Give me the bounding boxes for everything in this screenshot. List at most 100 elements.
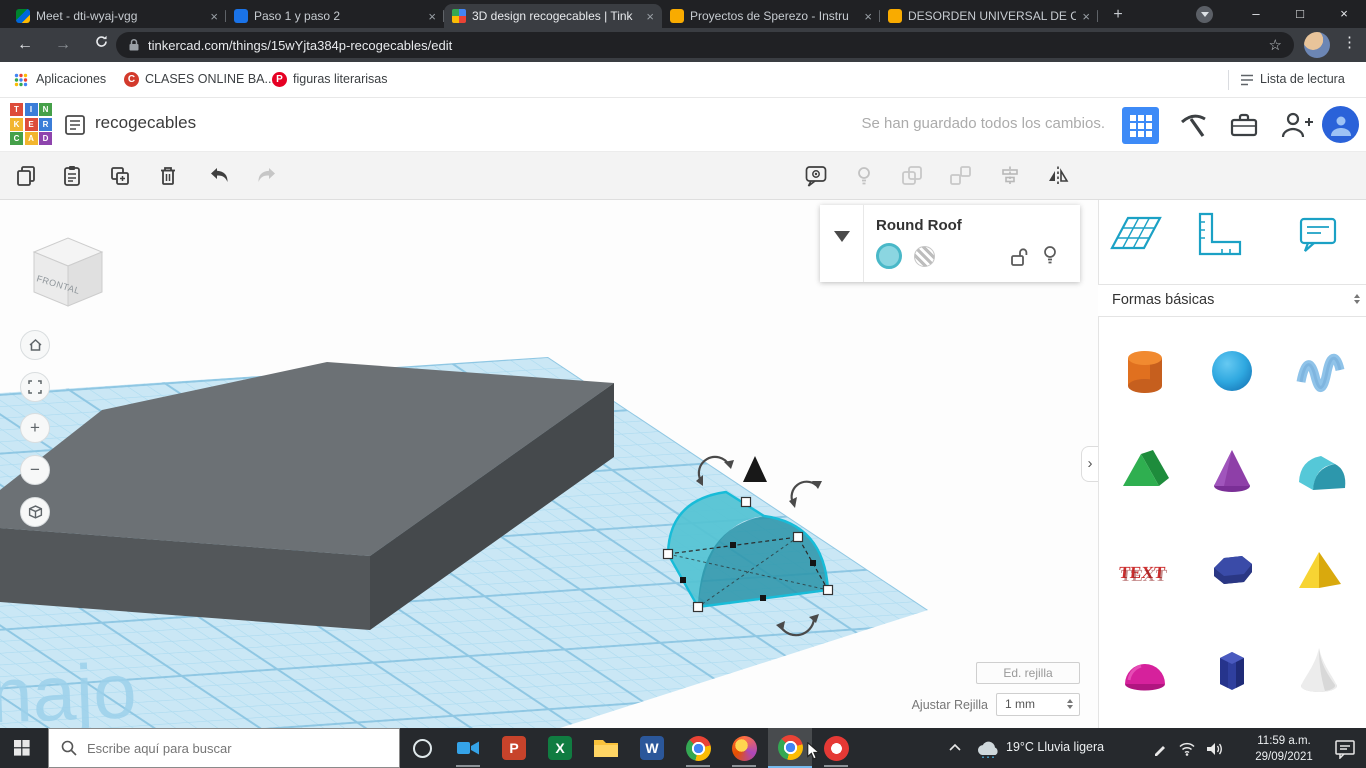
comment-view-icon[interactable]	[804, 164, 828, 188]
tinker-pickaxe-icon[interactable]	[1178, 110, 1208, 140]
shape-sphere[interactable]	[1190, 322, 1274, 418]
zoom-out-button[interactable]: −	[20, 455, 50, 485]
user-avatar[interactable]	[1322, 106, 1359, 143]
copy-icon[interactable]	[14, 164, 38, 188]
clock-time: 11:59 a.m.	[1257, 735, 1311, 747]
browser-menu-icon[interactable]: ⋮	[1342, 33, 1357, 51]
mirror-icon[interactable]	[1046, 164, 1070, 188]
invite-person-icon[interactable]	[1280, 110, 1315, 140]
delete-icon[interactable]	[156, 164, 180, 188]
view-cube[interactable]: FRONTAL	[22, 228, 114, 314]
panel-collapse-handle[interactable]: ›	[1081, 446, 1098, 482]
excel-button[interactable]: X	[538, 728, 582, 768]
align-icon[interactable]	[998, 164, 1022, 188]
camera-app-button[interactable]	[446, 728, 490, 768]
group-icon[interactable]	[900, 164, 924, 188]
taskbar-search[interactable]	[48, 728, 400, 768]
shape-scribble[interactable]	[1277, 322, 1361, 418]
notes-tool-icon[interactable]	[1298, 214, 1338, 254]
design-title[interactable]: recogecables	[95, 113, 196, 133]
tab-close-icon[interactable]: ×	[864, 9, 872, 24]
file-explorer-button[interactable]	[584, 728, 628, 768]
dashboard-grid-button[interactable]	[1122, 107, 1159, 144]
taskbar-clock[interactable]: 11:59 a.m. 29/09/2021	[1244, 733, 1324, 765]
browser-2-button[interactable]	[722, 728, 766, 768]
tab-close-icon[interactable]: ×	[646, 9, 654, 24]
duplicate-icon[interactable]	[108, 164, 132, 188]
refresh-button[interactable]	[88, 33, 114, 57]
color-swatch[interactable]	[876, 243, 902, 269]
home-view-button[interactable]	[20, 330, 50, 360]
apps-grid-icon[interactable]	[14, 73, 28, 87]
toolbox-icon[interactable]	[1228, 110, 1260, 140]
bookmark-star-icon[interactable]: ☆	[1269, 36, 1282, 54]
tab-close-icon[interactable]: ×	[1082, 9, 1090, 24]
cortana-button[interactable]	[400, 728, 444, 768]
raise-handle-cone[interactable]	[743, 456, 767, 482]
shape-pyramid[interactable]	[1277, 522, 1361, 618]
transparent-swatch[interactable]	[914, 246, 935, 267]
snap-grid-select[interactable]: 1 mm	[996, 693, 1080, 716]
design-properties-icon[interactable]	[64, 114, 86, 136]
reading-list[interactable]: Lista de lectura	[1260, 72, 1345, 86]
chrome-button[interactable]	[676, 728, 720, 768]
bookmark-clases[interactable]: CLASES ONLINE BA...	[145, 72, 275, 86]
shape-text[interactable]: TEXT TEXT	[1103, 522, 1187, 618]
lightbulb-icon[interactable]	[1042, 245, 1058, 267]
volume-icon[interactable]	[1206, 741, 1224, 757]
shape-roof[interactable]	[1103, 422, 1187, 518]
tab-proyectos[interactable]: Proyectos de Sperezo - Instru ×	[662, 4, 880, 28]
ruler-tool-icon[interactable]	[1192, 210, 1244, 258]
tab-close-icon[interactable]: ×	[428, 9, 436, 24]
shape-half-sphere[interactable]	[1103, 622, 1187, 718]
bookmark-figuras[interactable]: figuras literarisas	[293, 72, 387, 86]
redo-icon[interactable]	[254, 164, 278, 188]
maximize-button[interactable]: □	[1278, 0, 1322, 28]
forward-button[interactable]: →	[50, 33, 76, 57]
round-roof-shape[interactable]	[666, 490, 830, 609]
address-bar[interactable]: tinkercad.com/things/15wYjta384p-recogec…	[116, 32, 1294, 58]
powerpoint-button[interactable]: P	[492, 728, 536, 768]
new-tab-button[interactable]: +	[1106, 4, 1130, 28]
shape-cylinder[interactable]	[1103, 322, 1187, 418]
lock-icon[interactable]	[1010, 247, 1028, 267]
workplane-tool-icon[interactable]	[1108, 210, 1164, 256]
tab-desorden[interactable]: DESORDEN UNIVERSAL DE C ×	[880, 4, 1098, 28]
search-input[interactable]	[87, 740, 367, 756]
minimize-button[interactable]: –	[1234, 0, 1278, 28]
shape-category-select[interactable]: Formas básicas	[1098, 284, 1366, 317]
browser-avatar[interactable]	[1304, 32, 1330, 58]
tab-title: DESORDEN UNIVERSAL DE C	[908, 9, 1077, 23]
tab-title: Proyectos de Sperezo - Instru	[690, 9, 849, 23]
tinkercad-logo[interactable]: TIN KER CAD	[10, 103, 54, 147]
shape-paraboloid[interactable]	[1277, 622, 1361, 718]
ungroup-icon[interactable]	[948, 164, 972, 188]
tips-bulb-icon[interactable]	[852, 164, 876, 188]
tab-meet[interactable]: Meet - dti-wyaj-vgg ×	[8, 4, 226, 28]
inspector-collapse-button[interactable]	[820, 205, 864, 282]
edit-grid-button[interactable]: Ed. rejilla	[976, 662, 1080, 684]
tab-close-icon[interactable]: ×	[210, 9, 218, 24]
zoom-in-button[interactable]: +	[20, 413, 50, 443]
paste-icon[interactable]	[60, 164, 84, 188]
action-center-icon[interactable]	[1334, 739, 1356, 759]
weather-text[interactable]: 19°C Lluvia ligera	[1006, 740, 1104, 754]
fit-view-button[interactable]	[20, 372, 50, 402]
shape-round-roof[interactable]	[1277, 422, 1361, 518]
tray-chevron-icon[interactable]	[948, 742, 962, 754]
shape-polygon[interactable]	[1190, 522, 1274, 618]
wifi-icon[interactable]	[1178, 741, 1196, 756]
back-button[interactable]: ←	[12, 33, 38, 57]
word-button[interactable]: W	[630, 728, 674, 768]
close-button[interactable]: ×	[1322, 0, 1366, 28]
tab-search-icon[interactable]	[1196, 6, 1213, 23]
undo-icon[interactable]	[208, 164, 232, 188]
pen-icon[interactable]	[1152, 741, 1168, 757]
shape-cone[interactable]	[1190, 422, 1274, 518]
tab-paso[interactable]: Paso 1 y paso 2 ×	[226, 4, 444, 28]
start-button[interactable]	[0, 728, 44, 768]
tab-tinkercad-active[interactable]: 3D design recogecables | Tink ×	[444, 4, 662, 28]
perspective-toggle-button[interactable]	[20, 497, 50, 527]
shape-hex-prism[interactable]	[1190, 622, 1274, 718]
apps-shortcut[interactable]: Aplicaciones	[36, 72, 106, 86]
